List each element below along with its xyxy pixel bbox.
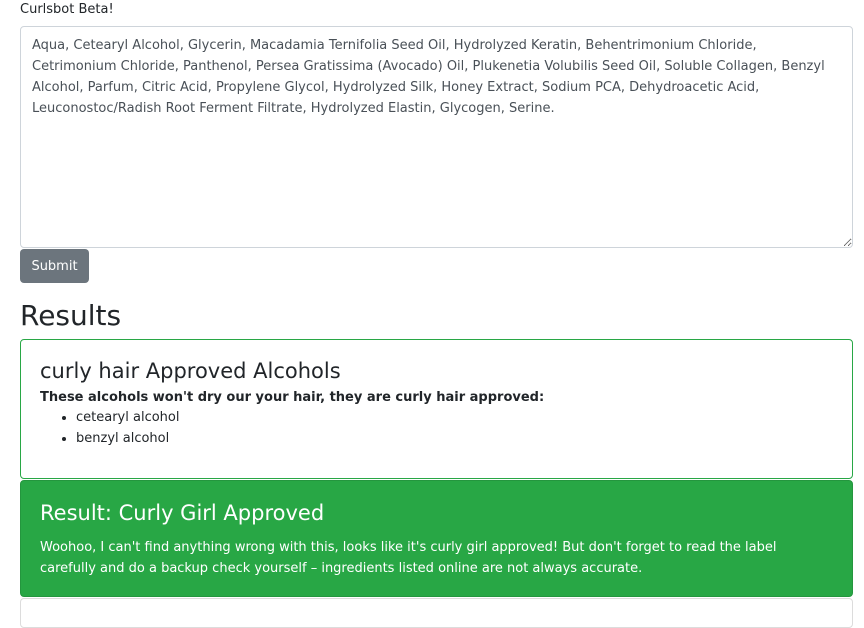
submit-button[interactable]: Submit	[20, 249, 89, 283]
app-title: Curlsbot Beta!	[20, 2, 114, 17]
approved-alcohols-list: cetearyl alcohol benzyl alcohol	[40, 407, 179, 449]
ingredients-input[interactable]: Aqua, Cetearyl Alcohol, Glycerin, Macada…	[20, 26, 853, 248]
approved-alcohols-title: curly hair Approved Alcohols	[40, 359, 341, 383]
approved-alcohols-card: curly hair Approved Alcohols These alcoh…	[20, 339, 853, 479]
result-verdict-title: Result: Curly Girl Approved	[40, 501, 325, 525]
result-verdict-text: Woohoo, I can't find anything wrong with…	[40, 540, 777, 576]
result-verdict-card: Result: Curly Girl Approved Woohoo, I ca…	[20, 480, 853, 597]
approved-alcohols-subtitle: These alcohols won't dry our your hair, …	[40, 390, 545, 405]
list-item: benzyl alcohol	[76, 428, 179, 449]
next-result-card	[20, 598, 853, 628]
results-heading: Results	[20, 299, 122, 332]
list-item: cetearyl alcohol	[76, 407, 179, 428]
